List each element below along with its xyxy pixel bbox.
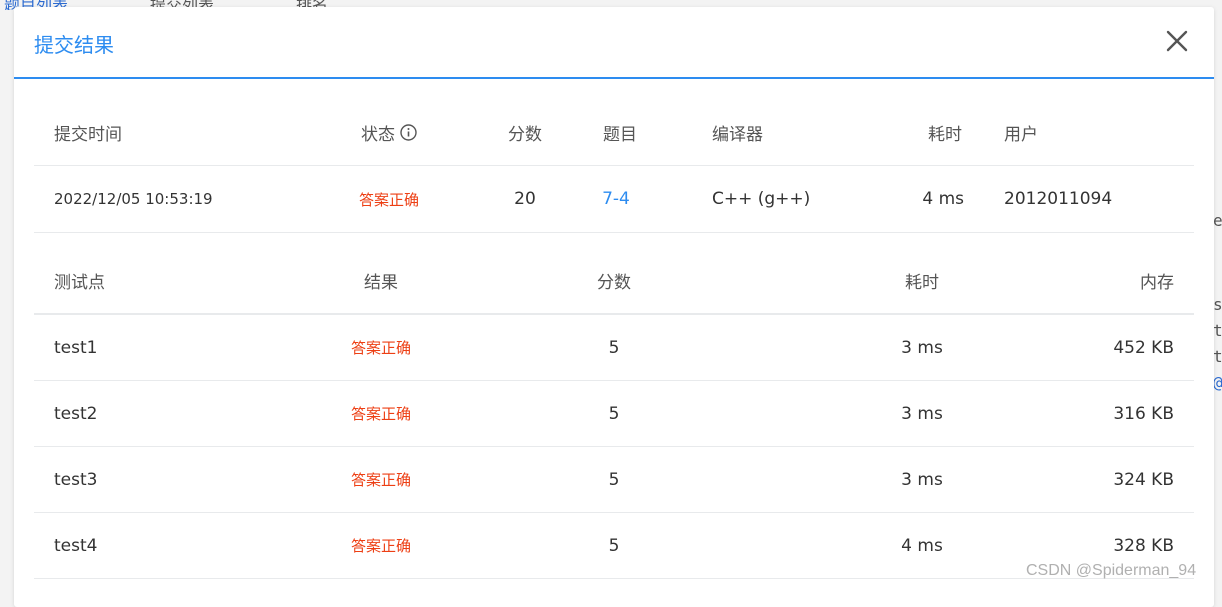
submission-time: 2022/12/05 10:53:19 bbox=[54, 190, 213, 208]
dialog-title: 提交结果 bbox=[34, 33, 114, 57]
tc-header-score: 分数 bbox=[597, 272, 631, 293]
tc-result: 答案正确 bbox=[350, 339, 411, 357]
bg-text-fragment: t bbox=[1213, 321, 1222, 340]
tc-elapsed: 3 ms bbox=[901, 403, 943, 424]
col-header-status: 状态 bbox=[334, 99, 444, 165]
table-row: test1 答案正确 5 3 ms 452 KB bbox=[34, 315, 1194, 381]
tc-result: 答案正确 bbox=[350, 471, 411, 489]
watermark: CSDN @Spiderman_94 bbox=[1026, 562, 1197, 579]
tc-point: test4 bbox=[54, 535, 98, 556]
tc-header-elapsed: 耗时 bbox=[905, 272, 939, 293]
col-header-compiler: 编译器 bbox=[712, 124, 763, 145]
tc-elapsed: 3 ms bbox=[901, 337, 943, 358]
tc-elapsed: 4 ms bbox=[901, 535, 943, 556]
table-row: test3 答案正确 5 3 ms 324 KB bbox=[34, 447, 1194, 513]
submission-user: 2012011094 bbox=[1004, 189, 1113, 209]
tc-header-result: 结果 bbox=[364, 272, 398, 293]
tc-result: 答案正确 bbox=[350, 537, 411, 555]
tc-score: 5 bbox=[608, 337, 620, 358]
col-header-user: 用户 bbox=[1004, 124, 1038, 145]
table-row: test4 答案正确 5 4 ms 328 KB bbox=[34, 513, 1194, 579]
tc-score: 5 bbox=[608, 535, 620, 556]
tc-elapsed: 3 ms bbox=[901, 469, 943, 490]
testcase-header-row: 测试点 结果 分数 耗时 内存 bbox=[34, 247, 1194, 315]
tc-point: test2 bbox=[54, 403, 98, 424]
col-header-problem: 题目 bbox=[603, 124, 637, 145]
col-header-elapsed: 耗时 bbox=[928, 124, 962, 145]
bg-text-fragment: s bbox=[1213, 295, 1222, 314]
tc-memory: 452 KB bbox=[1113, 337, 1174, 358]
problem-link[interactable]: 7-4 bbox=[586, 166, 646, 232]
submission-score: 20 bbox=[514, 189, 536, 209]
tc-header-point: 测试点 bbox=[54, 272, 105, 293]
bg-text-fragment: @ bbox=[1213, 373, 1222, 392]
bg-text-fragment: e bbox=[1213, 211, 1222, 230]
submission-result-dialog: 提交结果 提交时间 状态 分数 题目 编译器 耗时 用户 2022/12/05 … bbox=[14, 7, 1214, 607]
tc-score: 5 bbox=[608, 469, 620, 490]
submission-header-row: 提交时间 状态 分数 题目 编译器 耗时 用户 bbox=[34, 99, 1194, 166]
col-header-time: 提交时间 bbox=[54, 124, 122, 145]
tc-memory: 316 KB bbox=[1113, 403, 1174, 424]
col-header-status-label: 状态 bbox=[361, 124, 395, 145]
info-icon[interactable] bbox=[400, 123, 417, 141]
submission-compiler: C++ (g++) bbox=[712, 189, 811, 209]
table-row: test2 答案正确 5 3 ms 316 KB bbox=[34, 381, 1194, 447]
close-icon[interactable] bbox=[1164, 28, 1190, 54]
tc-score: 5 bbox=[608, 403, 620, 424]
tc-point: test3 bbox=[54, 469, 98, 490]
bg-text-fragment: t bbox=[1213, 347, 1222, 366]
submission-row: 2022/12/05 10:53:19 答案正确 20 7-4 C++ (g++… bbox=[34, 166, 1194, 233]
tc-header-memory: 内存 bbox=[1140, 272, 1174, 293]
tc-memory: 324 KB bbox=[1113, 469, 1174, 490]
dialog-header: 提交结果 bbox=[14, 7, 1214, 79]
submission-elapsed: 4 ms bbox=[922, 189, 964, 209]
tc-point: test1 bbox=[54, 337, 98, 358]
col-header-score: 分数 bbox=[508, 124, 542, 145]
tc-result: 答案正确 bbox=[350, 405, 411, 423]
submission-status: 答案正确 bbox=[358, 190, 419, 209]
